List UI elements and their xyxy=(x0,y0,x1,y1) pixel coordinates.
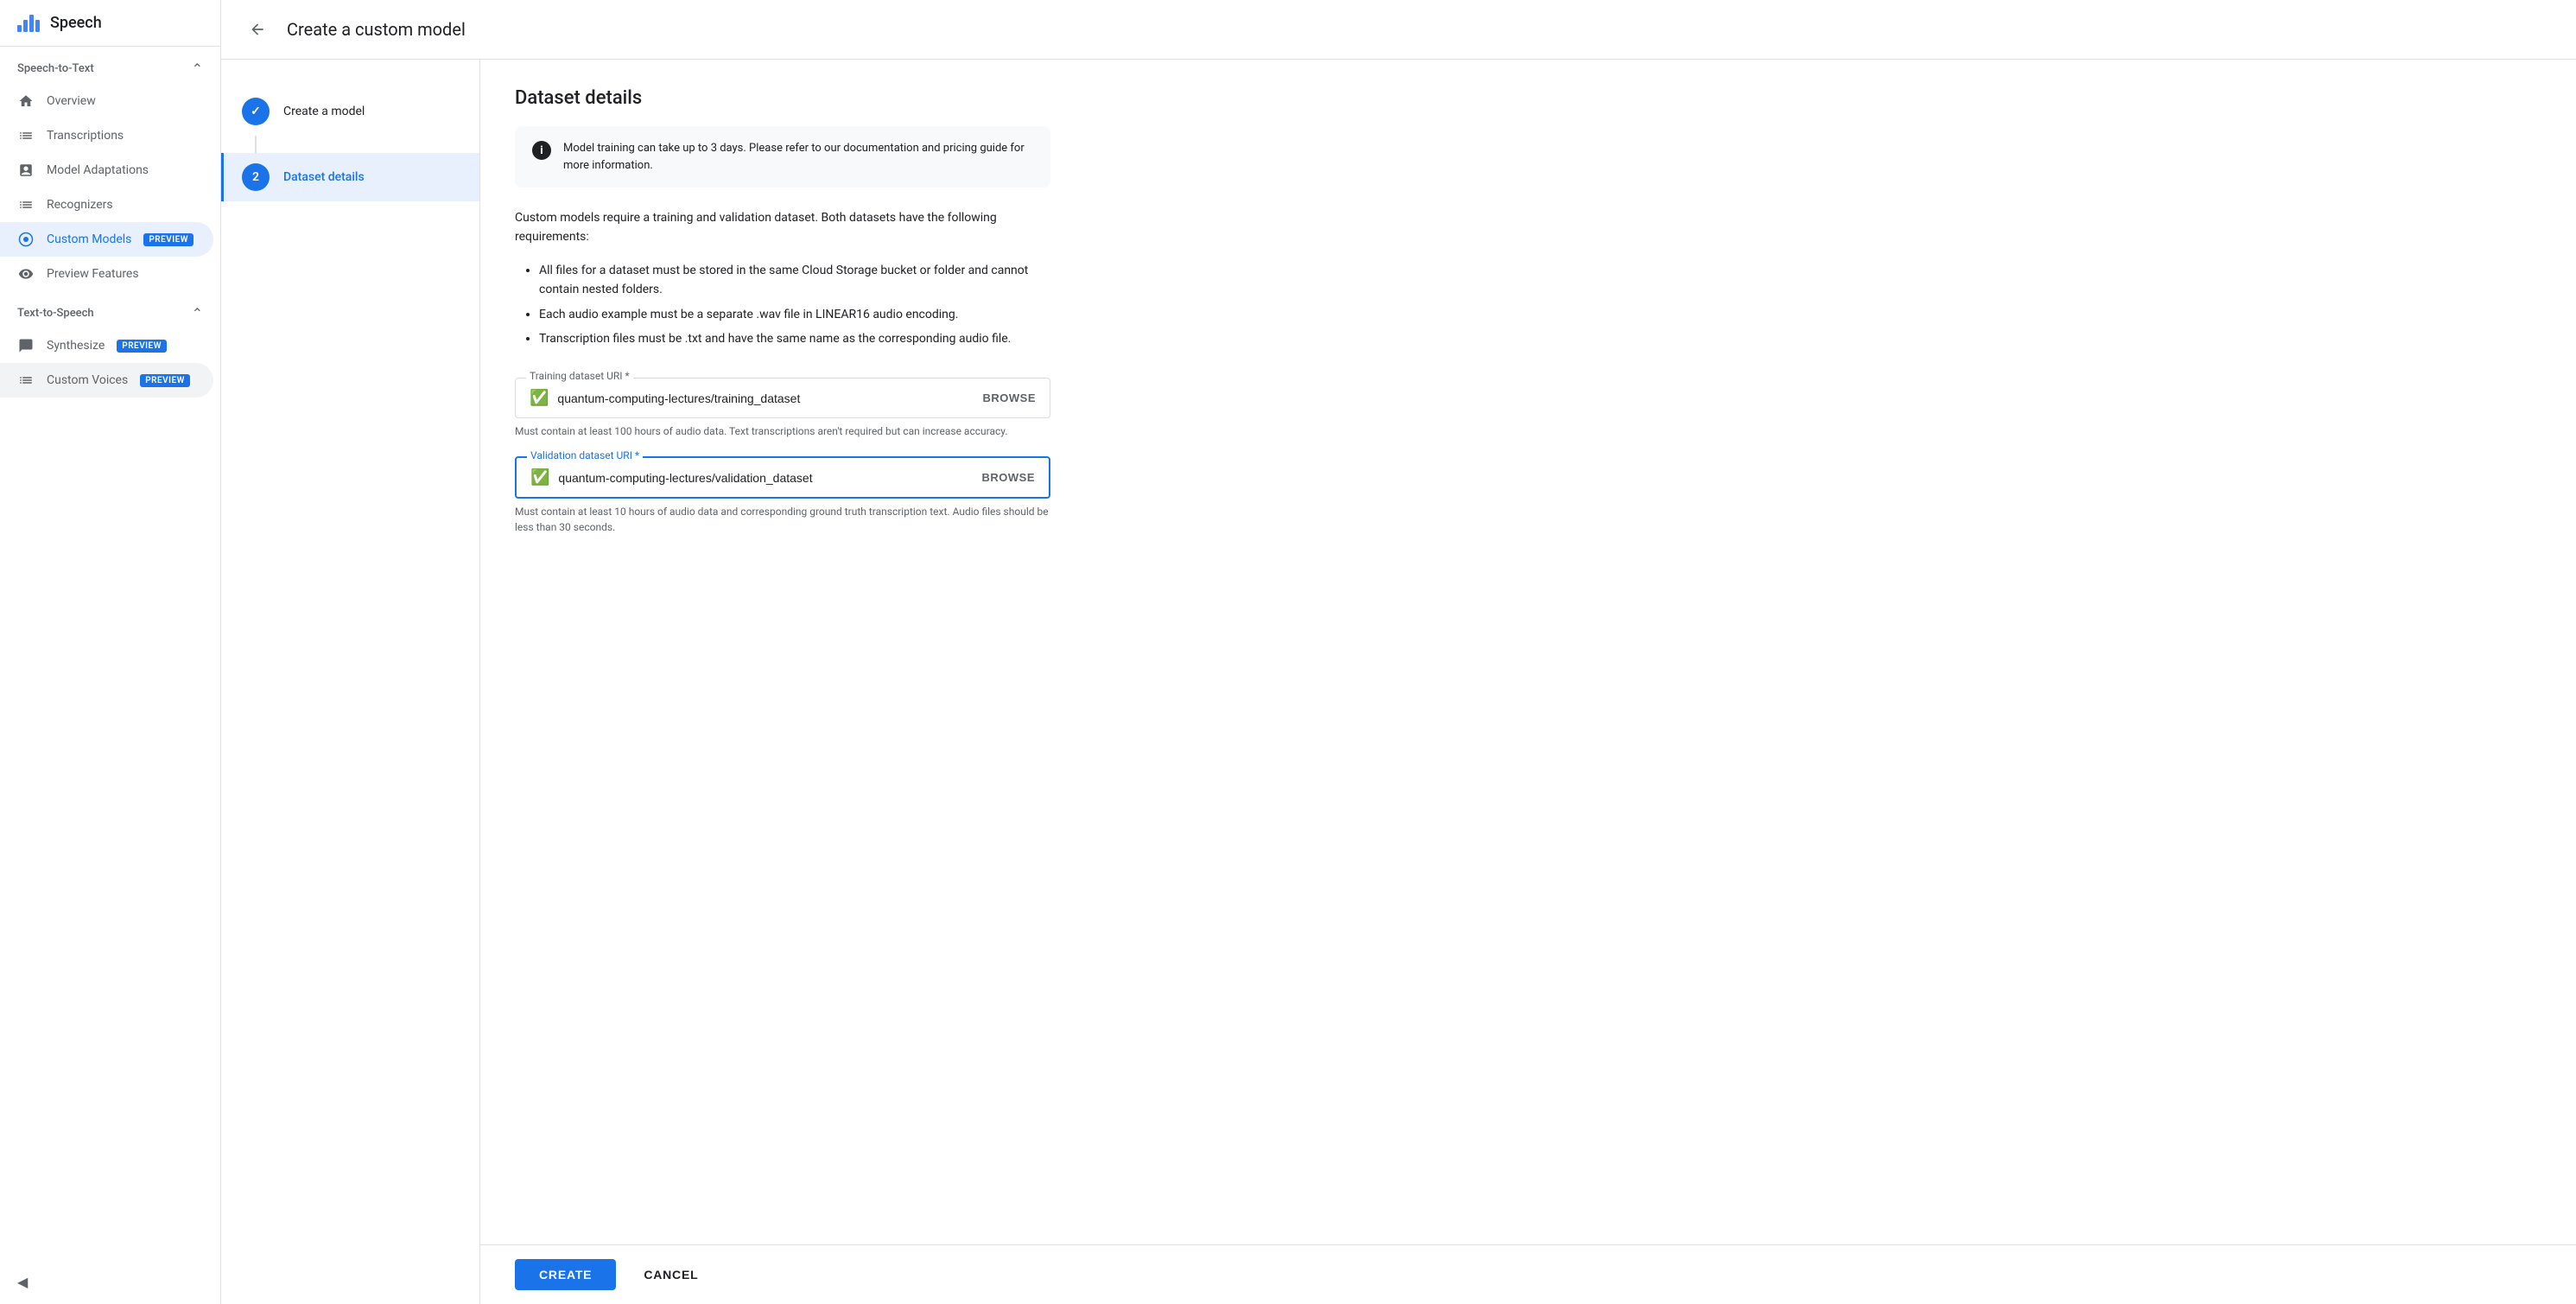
training-browse-button[interactable]: BROWSE xyxy=(983,391,1037,404)
stt-section[interactable]: Speech-to-Text xyxy=(0,47,220,84)
sidebar-label-synthesize: Synthesize xyxy=(47,339,105,353)
info-text: Model training can take up to 3 days. Pl… xyxy=(563,140,1033,174)
sidebar-item-custom-voices[interactable]: Custom Voices PREVIEW xyxy=(0,363,213,398)
back-button[interactable] xyxy=(242,14,273,45)
validation-field-hint: Must contain at least 10 hours of audio … xyxy=(515,504,1050,535)
stepper-panel: ✓ Create a model 2 Dataset details xyxy=(221,60,480,1304)
sidebar-label-recognizers: Recognizers xyxy=(47,198,113,212)
training-field-hint: Must contain at least 100 hours of audio… xyxy=(515,423,1050,439)
training-dataset-field-group: Training dataset URI * ✅ BROWSE Must con… xyxy=(515,378,1050,439)
validation-dataset-label: Validation dataset URI * xyxy=(527,449,643,461)
stt-label: Speech-to-Text xyxy=(17,62,94,75)
sidebar-header: Speech xyxy=(0,0,220,47)
step-create-model[interactable]: ✓ Create a model xyxy=(242,87,459,136)
page-title: Create a custom model xyxy=(287,19,466,40)
app-title: Speech xyxy=(50,14,102,32)
sidebar-label-custom-voices: Custom Voices xyxy=(47,373,128,387)
cancel-button[interactable]: CANCEL xyxy=(630,1259,712,1290)
training-check-icon: ✅ xyxy=(530,389,549,407)
main-content: Create a custom model ✓ Create a model 2… xyxy=(221,0,2576,1304)
sidebar-label-transcriptions: Transcriptions xyxy=(47,129,124,143)
synthesize-icon xyxy=(17,337,35,354)
step-1-circle: ✓ xyxy=(242,98,270,125)
custom-voices-preview-badge: PREVIEW xyxy=(140,374,190,387)
requirements-list: All files for a dataset must be stored i… xyxy=(515,261,1050,354)
validation-dataset-container: Validation dataset URI * ✅ BROWSE xyxy=(515,456,1050,499)
dataset-details-panel: Dataset details i Model training can tak… xyxy=(480,60,2576,1244)
sidebar-label-model-adaptations: Model Adaptations xyxy=(47,163,149,177)
sidebar-item-custom-models[interactable]: Custom Models PREVIEW xyxy=(0,222,213,257)
logo-bar-2 xyxy=(23,20,28,32)
recognizers-icon xyxy=(17,196,35,213)
synthesize-preview-badge: PREVIEW xyxy=(117,340,167,353)
tts-label: Text-to-Speech xyxy=(17,307,94,320)
transcriptions-icon xyxy=(17,127,35,144)
requirement-item-1: All files for a dataset must be stored i… xyxy=(539,261,1050,300)
collapse-icon: ◀ xyxy=(17,1274,28,1290)
sidebar: Speech Speech-to-Text Overview Transcrip… xyxy=(0,0,221,1304)
sidebar-item-overview[interactable]: Overview xyxy=(0,84,213,118)
sidebar-item-recognizers[interactable]: Recognizers xyxy=(0,188,213,222)
action-bar: CREATE CANCEL xyxy=(480,1244,2576,1304)
sidebar-label-overview: Overview xyxy=(47,94,96,108)
sidebar-item-model-adaptations[interactable]: Model Adaptations xyxy=(0,153,213,188)
step-2-label: Dataset details xyxy=(283,170,365,184)
sidebar-collapse-button[interactable]: ◀ xyxy=(0,1260,220,1304)
custom-models-preview-badge: PREVIEW xyxy=(143,233,194,246)
top-bar: Create a custom model xyxy=(221,0,2576,60)
logo-bar-3 xyxy=(29,15,34,32)
sidebar-item-transcriptions[interactable]: Transcriptions xyxy=(0,118,213,153)
sidebar-item-synthesize[interactable]: Synthesize PREVIEW xyxy=(0,328,213,363)
validation-browse-button[interactable]: BROWSE xyxy=(982,471,1036,484)
model-adaptations-icon xyxy=(17,162,35,179)
requirement-item-3: Transcription files must be .txt and hav… xyxy=(539,329,1050,348)
custom-models-icon xyxy=(17,231,35,248)
step-1-label: Create a model xyxy=(283,105,365,118)
training-dataset-label: Training dataset URI * xyxy=(526,370,633,382)
logo-bar-1 xyxy=(17,25,22,32)
create-button[interactable]: CREATE xyxy=(515,1259,616,1290)
custom-voices-icon xyxy=(17,372,35,389)
tts-section[interactable]: Text-to-Speech xyxy=(0,291,220,328)
sidebar-label-preview-features: Preview Features xyxy=(47,267,139,281)
training-dataset-container: Training dataset URI * ✅ BROWSE xyxy=(515,378,1050,418)
app-logo xyxy=(17,15,40,32)
sidebar-label-custom-models: Custom Models xyxy=(47,232,131,246)
info-box: i Model training can take up to 3 days. … xyxy=(515,126,1050,188)
description-text: Custom models require a training and val… xyxy=(515,208,1050,247)
step-2-circle: 2 xyxy=(242,163,270,191)
sidebar-item-preview-features[interactable]: Preview Features xyxy=(0,257,213,291)
info-icon: i xyxy=(532,141,551,160)
dataset-title: Dataset details xyxy=(515,87,2541,109)
requirement-item-2: Each audio example must be a separate .w… xyxy=(539,305,1050,324)
training-dataset-input[interactable] xyxy=(557,391,974,405)
tts-chevron-icon xyxy=(192,305,203,321)
step-dataset-details[interactable]: 2 Dataset details xyxy=(221,153,479,201)
stt-chevron-icon xyxy=(192,60,203,77)
home-icon xyxy=(17,92,35,110)
validation-check-icon: ✅ xyxy=(530,468,549,487)
logo-bar-4 xyxy=(35,20,40,32)
validation-dataset-field-group: Validation dataset URI * ✅ BROWSE Must c… xyxy=(515,456,1050,535)
validation-dataset-input[interactable] xyxy=(558,471,973,485)
content-area: ✓ Create a model 2 Dataset details Datas… xyxy=(221,60,2576,1304)
step-connector xyxy=(255,136,257,153)
preview-features-icon xyxy=(17,265,35,283)
